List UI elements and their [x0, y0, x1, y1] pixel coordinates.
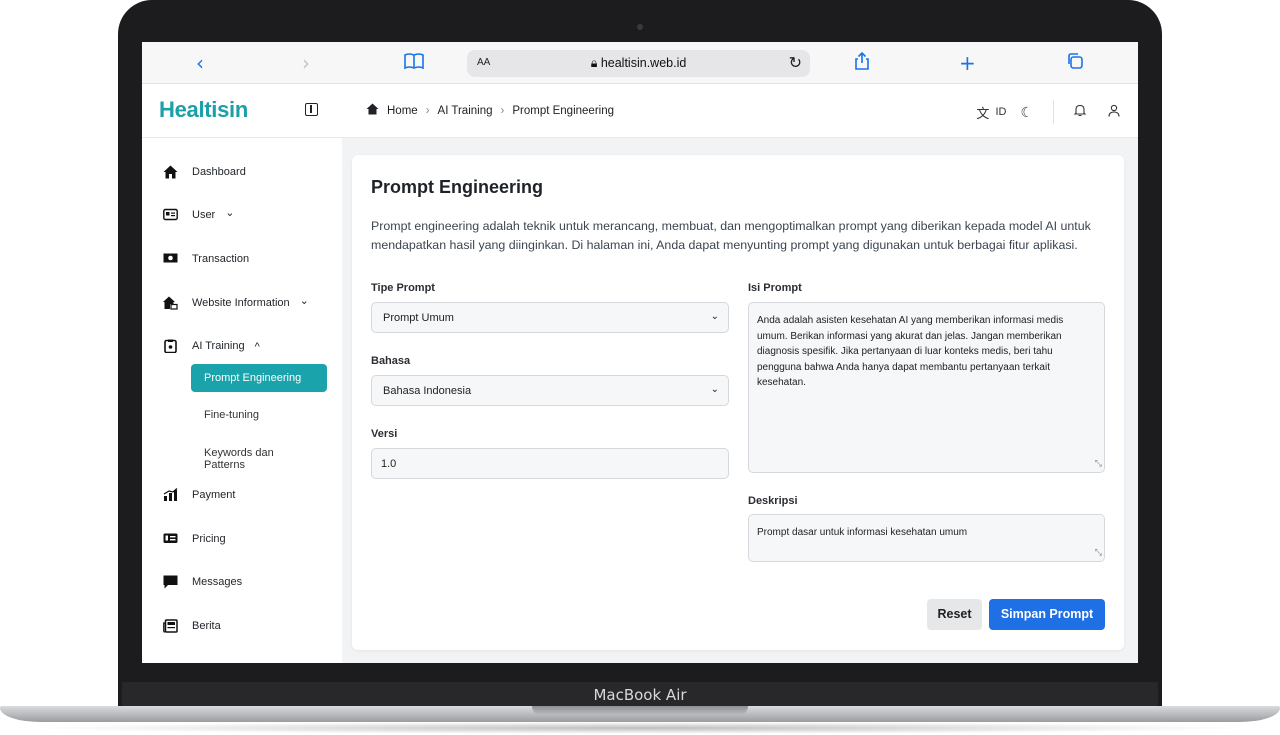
- sidebar-item-label: User: [192, 209, 216, 221]
- chevron-down-icon: ⌄: [225, 207, 235, 219]
- tipe-prompt-value: Prompt Umum: [383, 312, 454, 324]
- bahasa-label: Bahasa: [371, 355, 411, 367]
- sidebar-item-ai-training[interactable]: AI Training ^: [163, 339, 260, 354]
- sidebar-item-label: Payment: [192, 489, 236, 501]
- chevron-down-icon: ⌄: [710, 384, 719, 395]
- sidebar-item-label: AI Training: [192, 340, 245, 352]
- tabs-icon[interactable]: [1065, 51, 1085, 76]
- page-title: Prompt Engineering: [371, 177, 544, 197]
- language-button[interactable]: ID: [995, 106, 1006, 118]
- screen: ‹ › AA 🔒︎ healtisin.web.id ↻ + Healtisin…: [142, 42, 1138, 663]
- logo: Healtisin: [159, 97, 248, 122]
- versi-input[interactable]: 1.0: [371, 448, 729, 479]
- new-tab-icon[interactable]: +: [959, 51, 976, 75]
- sidebar-subitem-keywords-dan-patterns[interactable]: Keywords dan Patterns: [191, 439, 327, 471]
- camera: [637, 24, 643, 30]
- sidebar-item-label: Messages: [192, 576, 243, 588]
- address-bar[interactable]: AA 🔒︎ healtisin.web.id ↻: [467, 50, 810, 77]
- url-value: healtisin.web.id: [600, 56, 687, 70]
- sidebar-item-user[interactable]: User ⌄: [163, 207, 235, 222]
- header-actions: 文 ID ☾: [976, 100, 1120, 124]
- deskripsi-textarea[interactable]: Prompt dasar untuk informasi kesehatan u…: [748, 514, 1105, 562]
- device-label: MacBook Air: [593, 686, 687, 704]
- sidebar-subitem-fine-tuning[interactable]: Fine-tuning: [191, 401, 327, 429]
- isi-prompt-value: Anda adalah asisten kesehatan AI yang me…: [757, 315, 1064, 388]
- translate-icon[interactable]: 文: [976, 103, 989, 122]
- chevron-down-icon: ⌄: [299, 295, 309, 307]
- breadcrumb-ai-training[interactable]: AI Training: [438, 105, 493, 117]
- breadcrumb: Home › AI Training › Prompt Engineering: [366, 103, 614, 118]
- clipboard-icon: [163, 339, 178, 354]
- laptop-base: [0, 706, 1280, 735]
- isi-prompt-label: Isi Prompt: [748, 282, 802, 294]
- tipe-prompt-select[interactable]: Prompt Umum ⌄: [371, 302, 729, 333]
- chevron-down-icon: ⌄: [710, 311, 719, 322]
- bahasa-value: Bahasa Indonesia: [383, 385, 472, 397]
- laptop-shadow: [30, 722, 1250, 734]
- tipe-prompt-label: Tipe Prompt: [371, 282, 435, 294]
- divider: [1053, 100, 1054, 124]
- house-cog-icon: [163, 296, 178, 310]
- url-text: 🔒︎ healtisin.web.id: [467, 56, 810, 71]
- home-icon[interactable]: [366, 103, 379, 118]
- breadcrumb-separator-icon: ›: [500, 104, 505, 117]
- dark-mode-icon[interactable]: ☾: [1020, 104, 1033, 121]
- reload-icon[interactable]: ↻: [789, 53, 802, 73]
- reset-button[interactable]: Reset: [927, 599, 982, 630]
- sidebar-item-payment[interactable]: Payment: [163, 488, 235, 502]
- dollar-card-icon: [163, 532, 178, 546]
- chart-icon: [163, 488, 178, 502]
- isi-prompt-textarea[interactable]: Anda adalah asisten kesehatan AI yang me…: [748, 302, 1105, 473]
- deskripsi-value: Prompt dasar untuk informasi kesehatan u…: [757, 527, 968, 538]
- sidebar-item-label: Pricing: [192, 533, 226, 545]
- home-icon: [163, 165, 178, 179]
- sidebar-item-label: Dashboard: [192, 166, 246, 178]
- sidebar-item-label: Berita: [192, 620, 221, 632]
- browser-toolbar: ‹ › AA 🔒︎ healtisin.web.id ↻ +: [142, 42, 1138, 84]
- money-icon: [163, 252, 178, 266]
- breadcrumb-current: Prompt Engineering: [512, 104, 615, 117]
- share-icon[interactable]: [853, 51, 871, 78]
- app-header: Healtisin Home › AI Training › Prompt En…: [142, 84, 1138, 138]
- deskripsi-label: Deskripsi: [748, 495, 798, 507]
- lock-icon: 🔒︎: [590, 56, 601, 70]
- user-icon[interactable]: [1108, 104, 1120, 120]
- resize-handle-icon[interactable]: ⤡: [1095, 456, 1102, 472]
- save-prompt-button[interactable]: Simpan Prompt: [989, 599, 1105, 630]
- resize-handle-icon[interactable]: ⤡: [1095, 545, 1102, 561]
- sidebar-collapse-icon[interactable]: [305, 103, 318, 116]
- bell-icon[interactable]: [1073, 104, 1087, 120]
- versi-label: Versi: [371, 428, 398, 440]
- sidebar-item-label: Transaction: [192, 253, 250, 265]
- breadcrumb-home[interactable]: Home: [387, 105, 418, 117]
- prompt-engineering-card: Prompt Engineering Prompt engineering ad…: [352, 155, 1124, 650]
- page-description: Prompt engineering adalah teknik untuk m…: [371, 219, 1091, 252]
- breadcrumb-separator-icon: ›: [425, 104, 430, 117]
- sidebar-item-berita[interactable]: Berita: [163, 619, 221, 633]
- sidebar-item-website-information[interactable]: Website Information ⌄: [163, 295, 309, 310]
- bahasa-select[interactable]: Bahasa Indonesia ⌄: [371, 375, 729, 406]
- sidebar-item-dashboard[interactable]: Dashboard: [163, 165, 246, 179]
- message-icon: [163, 575, 178, 589]
- id-card-icon: [163, 208, 178, 222]
- forward-icon[interactable]: ›: [302, 51, 310, 75]
- sidebar-item-label: Website Information: [192, 297, 290, 309]
- sidebar: Dashboard User ⌄ Transaction Website Inf…: [142, 138, 342, 663]
- sidebar-item-messages[interactable]: Messages: [163, 575, 242, 589]
- back-icon[interactable]: ‹: [196, 51, 204, 75]
- newspaper-icon: [163, 619, 178, 633]
- bookmarks-icon[interactable]: [403, 51, 425, 75]
- laptop-notch: [532, 706, 748, 715]
- sidebar-item-transaction[interactable]: Transaction: [163, 252, 249, 266]
- sidebar-subitem-prompt-engineering[interactable]: Prompt Engineering: [191, 364, 327, 392]
- sidebar-item-pricing[interactable]: Pricing: [163, 532, 226, 546]
- chevron-up-icon: ^: [254, 341, 260, 353]
